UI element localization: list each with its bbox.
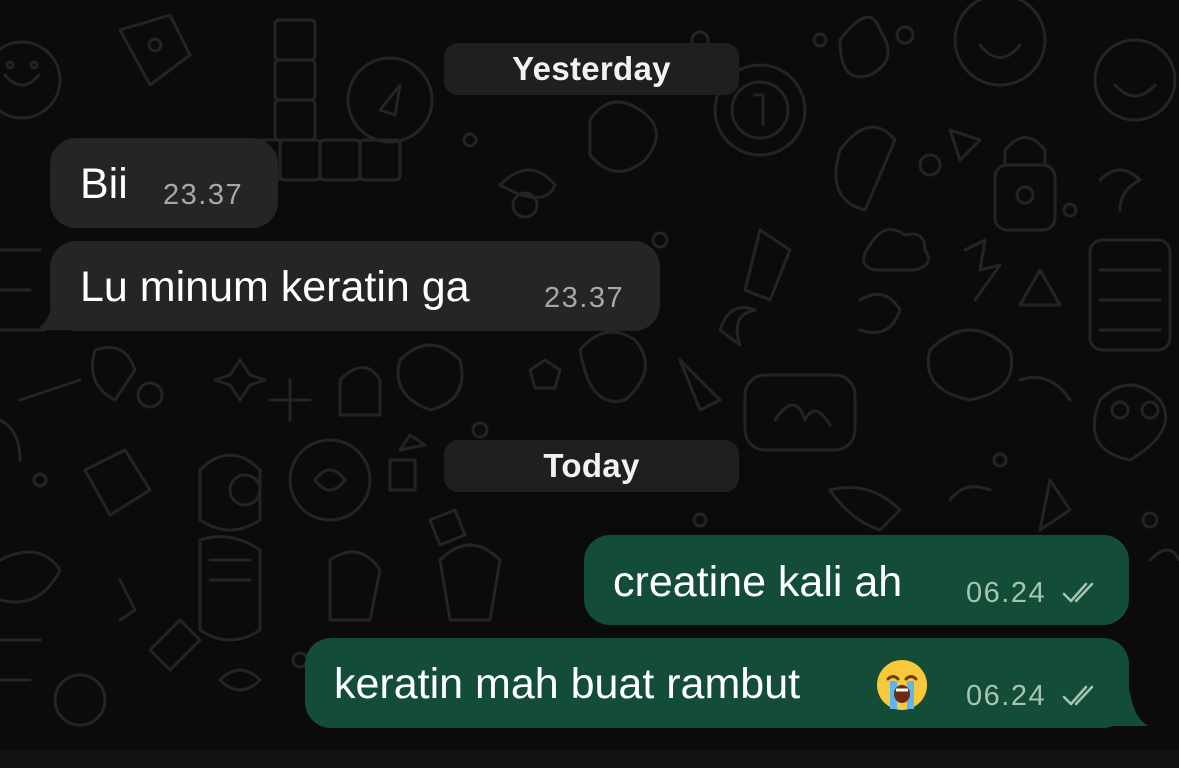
- message-bubble-incoming[interactable]: Bii 23.37: [50, 138, 278, 228]
- message-bubble-outgoing[interactable]: keratin mah buat rambut 06.24: [305, 638, 1129, 728]
- message-timestamp: 23.37: [163, 179, 244, 211]
- date-separator-yesterday: Yesterday: [444, 43, 739, 95]
- read-double-check-icon: [1062, 685, 1094, 706]
- read-double-check-icon: [1062, 582, 1094, 603]
- message-bubble-outgoing[interactable]: creatine kali ah 06.24: [584, 535, 1129, 625]
- message-timestamp: 06.24: [966, 577, 1047, 609]
- message-timestamp: 23.37: [544, 282, 625, 314]
- message-text: creatine kali ah: [613, 558, 903, 606]
- message-text: keratin mah buat rambut: [334, 660, 801, 708]
- message-text: Lu minum keratin ga: [80, 263, 470, 311]
- message-text: Bii: [80, 160, 128, 208]
- message-bubble-incoming[interactable]: Lu minum keratin ga 23.37: [50, 241, 660, 331]
- message-timestamp: 06.24: [966, 680, 1047, 712]
- loudly-crying-face-icon: [877, 660, 927, 710]
- date-separator-today: Today: [444, 440, 739, 492]
- bottom-bar: [0, 750, 1179, 768]
